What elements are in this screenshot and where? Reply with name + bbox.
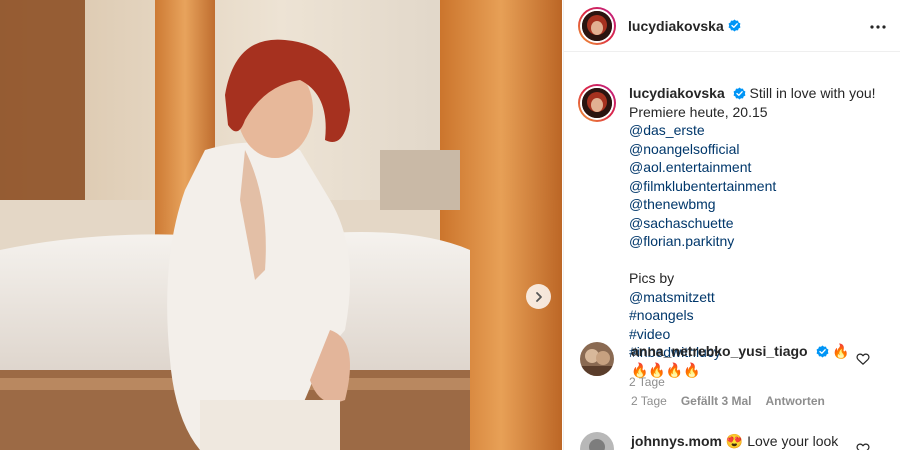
caption-first-line: Still in love with you! (749, 85, 876, 101)
mention-link[interactable]: @noangelsofficial (629, 140, 879, 159)
hashtag-link[interactable]: #noangels (629, 306, 879, 325)
commenter-avatar[interactable] (580, 342, 614, 376)
heart-icon[interactable] (856, 352, 870, 366)
more-options-button[interactable] (868, 17, 888, 37)
avatar-image (580, 432, 614, 450)
mention-link[interactable]: @florian.parkitny (629, 232, 879, 251)
caption-second-line: Premiere heute, 20.15 (629, 103, 768, 120)
comment-text: 🔥 (832, 343, 850, 359)
comment-text-continued: 🔥🔥🔥🔥 (631, 361, 701, 378)
commenter-username[interactable]: anna_netrebko_yusi_tiago (631, 343, 808, 359)
mention-link[interactable]: @filmklubentertainment (629, 177, 879, 196)
heart-icon[interactable] (856, 442, 870, 450)
post-photo[interactable] (0, 0, 562, 450)
mention-link[interactable]: @thenewbmg (629, 195, 879, 214)
commenter-avatar[interactable] (580, 432, 614, 450)
mention-link[interactable]: @sachaschuette (629, 214, 879, 233)
avatar-image (580, 342, 614, 376)
photo-image (0, 0, 562, 450)
hashtag-link[interactable]: #video (629, 325, 879, 344)
comment-text: 😍 Love your look (725, 433, 839, 449)
chevron-right-icon (535, 291, 542, 302)
caption-author-avatar[interactable] (578, 84, 616, 122)
author-avatar[interactable] (578, 6, 616, 45)
mention-link[interactable]: @das_erste (629, 121, 879, 140)
mention-link[interactable]: @aol.entertainment (629, 158, 879, 177)
author-username[interactable]: lucydiakovska (628, 18, 724, 34)
verified-badge-icon (733, 87, 746, 100)
comment: anna_netrebko_yusi_tiago 🔥 🔥🔥🔥🔥 2 Tage G… (578, 342, 888, 411)
post-header: lucydiakovska (564, 0, 900, 52)
verified-badge-icon (728, 19, 741, 32)
mention-link[interactable]: @matsmitzett (629, 288, 879, 307)
avatar-image (582, 88, 612, 118)
caption-username[interactable]: lucydiakovska (629, 85, 725, 101)
next-photo-button[interactable] (526, 284, 551, 309)
comment-likes-count[interactable]: Gefällt 3 Mal (681, 392, 752, 411)
comment-meta: 2 Tage Gefällt 3 Mal Antworten (631, 392, 861, 411)
more-options-icon (870, 25, 886, 29)
pics-by-label: Pics by (629, 270, 675, 286)
verified-badge-icon (816, 345, 828, 358)
comment-timestamp[interactable]: 2 Tage (631, 392, 667, 411)
reply-button[interactable]: Antworten (766, 392, 825, 411)
comment: johnnys.mom 😍 Love your look (578, 432, 888, 450)
commenter-username[interactable]: johnnys.mom (631, 433, 722, 449)
avatar-image (582, 10, 612, 41)
post-side-panel: lucydiakovska lucydiakovska Still in lov… (563, 0, 900, 450)
